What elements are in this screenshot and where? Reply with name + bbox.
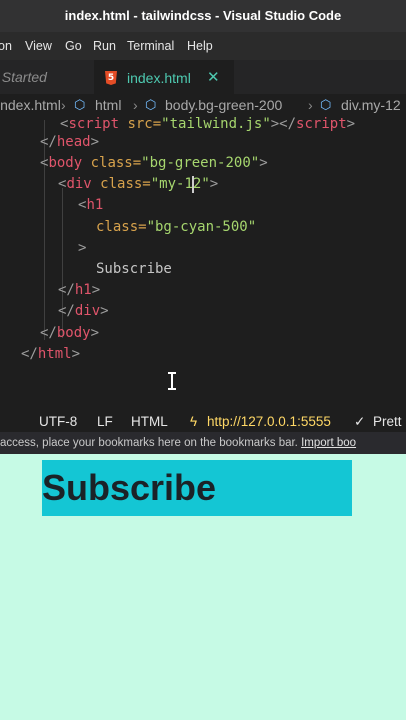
breadcrumb-div[interactable]: div.my-12 (341, 94, 401, 116)
code-line-h1-class: class="bg-cyan-500" (96, 219, 257, 235)
menu-item-run[interactable]: Run (93, 32, 116, 60)
status-encoding[interactable]: UTF-8 (39, 410, 77, 432)
mouse-ibeam-icon (168, 372, 176, 390)
chevron-right-icon: › (308, 97, 313, 113)
html5-icon: 5 (105, 71, 117, 85)
breadcrumb-body[interactable]: body.bg-green-200 (165, 94, 282, 116)
tab-index-html[interactable]: 5 index.html ✕ (94, 60, 234, 94)
menu-item-terminal[interactable]: Terminal (127, 32, 174, 60)
status-bar: UTF-8 LF HTML ϟ http://127.0.0.1:5555 ✓ … (0, 410, 406, 432)
code-line-script: <script src="tailwind.js"></script> (60, 116, 356, 132)
code-line-div-close: </div> (58, 303, 109, 319)
code-line-html-close: </html> (21, 346, 81, 362)
chevron-right-icon: › (61, 97, 66, 113)
element-cube-icon: ⬡ (74, 97, 86, 112)
breadcrumb-html[interactable]: html (95, 94, 121, 116)
subscribe-heading: Subscribe (42, 467, 217, 508)
text-cursor (192, 176, 194, 193)
status-eol[interactable]: LF (97, 410, 113, 432)
status-prettier[interactable]: Prett (373, 410, 402, 432)
live-server-icon: ϟ (190, 414, 198, 429)
menu-item-help[interactable]: Help (187, 32, 213, 60)
close-icon[interactable]: ✕ (207, 61, 220, 95)
subscribe-heading-box: Subscribe (42, 460, 352, 516)
vscode-window: index.html - tailwindcss - Visual Studio… (0, 0, 406, 432)
code-line-h1-open: <h1 (78, 197, 104, 213)
double-check-icon: ✓ (354, 414, 366, 429)
tab-label: index.html (127, 70, 191, 86)
chevron-right-icon: › (133, 97, 138, 113)
element-cube-icon: ⬡ (145, 97, 157, 112)
tab-bar: t Started 5 index.html ✕ (0, 60, 406, 94)
code-line-text: Subscribe (96, 261, 172, 277)
menu-bar: on View Go Run Terminal Help (0, 32, 406, 60)
code-line-div-open: <div class="my-12"> (58, 176, 219, 192)
code-line-body-open: <body class="bg-green-200"> (40, 155, 268, 171)
code-line-h1-gt: > (78, 240, 87, 256)
menu-item-go[interactable]: Go (65, 32, 82, 60)
breadcrumb: index.html › ⬡ html › ⬡ body.bg-green-20… (0, 94, 406, 116)
tab-get-started[interactable]: t Started (0, 60, 90, 94)
bookmarks-bar-message: access, place your bookmarks here on the… (0, 437, 298, 449)
window-title: index.html - tailwindcss - Visual Studio… (0, 0, 406, 32)
menu-item-selection[interactable]: on (0, 32, 12, 60)
status-language[interactable]: HTML (131, 410, 168, 432)
menu-item-view[interactable]: View (25, 32, 52, 60)
code-line-h1-close: </h1> (58, 282, 101, 298)
code-line-body-close: </body> (40, 325, 100, 341)
code-editor[interactable]: <script src="tailwind.js"></script> </he… (0, 116, 406, 406)
import-bookmarks-link[interactable]: Import boo (301, 437, 356, 449)
code-line-head-close: </head> (40, 134, 100, 150)
browser-preview: Subscribe (0, 454, 406, 720)
status-live-server-url[interactable]: http://127.0.0.1:5555 (207, 410, 331, 432)
bookmarks-bar: access, place your bookmarks here on the… (0, 432, 406, 454)
element-cube-icon: ⬡ (320, 97, 332, 112)
breadcrumb-file[interactable]: index.html (0, 94, 61, 116)
